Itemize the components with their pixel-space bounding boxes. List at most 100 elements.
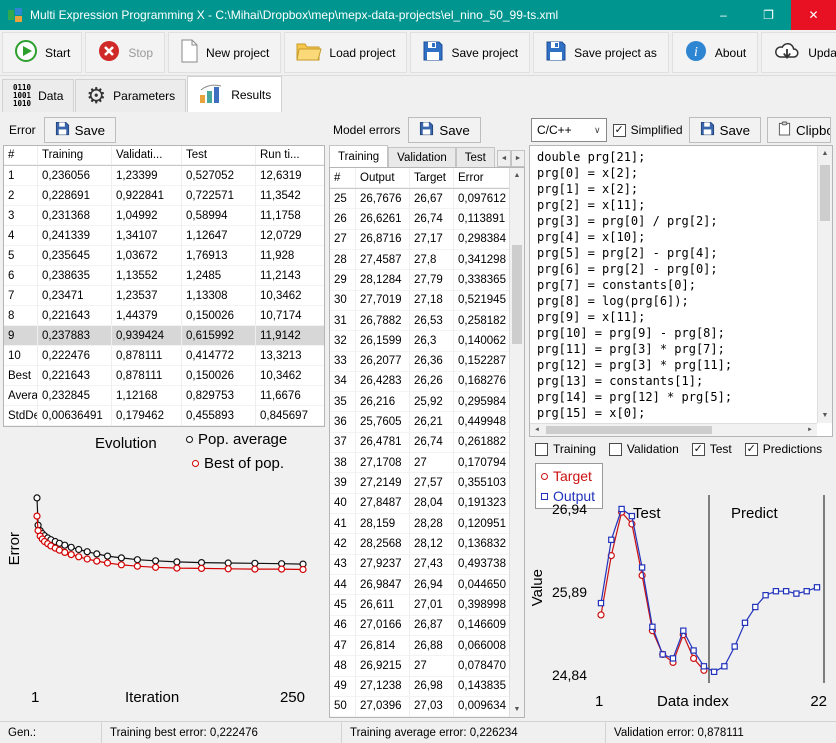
column-header[interactable]: Error	[454, 168, 509, 188]
tab-data[interactable]: 0110 1001 1010 Data	[2, 79, 74, 112]
close-button[interactable]: ✕	[791, 0, 836, 30]
error-table-row[interactable]: 10,2360561,233990,52705212,6319	[4, 166, 324, 186]
scroll-right-icon[interactable]: ►	[803, 424, 817, 436]
simplified-checkbox[interactable]: ✓ Simplified	[613, 123, 683, 137]
save-project-as-button[interactable]: Save project as	[533, 32, 669, 73]
training-checkbox[interactable]: Training	[535, 442, 596, 456]
model-errors-table-row[interactable]: 3126,788226,530,258182	[330, 311, 509, 331]
model-errors-table-row[interactable]: 3726,478126,740,261882	[330, 433, 509, 453]
scroll-up-icon[interactable]: ▲	[510, 168, 524, 183]
cell: 0,455893	[182, 406, 256, 426]
column-header[interactable]: Run ti...	[256, 146, 324, 165]
new-project-button[interactable]: New project	[168, 32, 281, 73]
error-table-row[interactable]: 90,2378830,9394240,61599211,9142	[4, 326, 324, 346]
model-errors-table-row[interactable]: 3625,760526,210,449948	[330, 412, 509, 432]
tab-test[interactable]: Test	[456, 147, 495, 167]
model-errors-table-row[interactable]: 4426,984726,940,044650	[330, 575, 509, 595]
language-select[interactable]: C/C++ ∨	[531, 118, 607, 142]
validation-checkbox[interactable]: Validation	[609, 442, 679, 456]
model-errors-table-row[interactable]: 3526,21625,920,295984	[330, 392, 509, 412]
save-model-errors-button[interactable]: Save	[408, 117, 480, 143]
model-errors-table-row[interactable]: 5027,039627,030,009634	[330, 697, 509, 717]
checkbox-box[interactable]	[609, 443, 622, 456]
cell: 0,295984	[454, 392, 509, 412]
tab-parameters[interactable]: ⚙ Parameters	[75, 79, 186, 112]
scroll-left-icon[interactable]: ◄	[530, 424, 544, 436]
column-header[interactable]: Training	[38, 146, 112, 165]
tab-training[interactable]: Training	[329, 145, 388, 167]
model-errors-table-row[interactable]: 2928,128427,790,338365	[330, 270, 509, 290]
scroll-down-icon[interactable]: ▼	[510, 702, 524, 717]
error-table-row[interactable]: 50,2356451,036721,7691311,928	[4, 246, 324, 266]
model-errors-table-row[interactable]: 4927,123826,980,143835	[330, 677, 509, 697]
column-header[interactable]: Validati...	[112, 146, 182, 165]
column-header[interactable]: Test	[182, 146, 256, 165]
cell: 0,168276	[454, 372, 509, 392]
model-errors-table-row[interactable]: 2626,626126,740,113891	[330, 209, 509, 229]
save-errors-button[interactable]: Save	[44, 117, 116, 143]
tab-validation[interactable]: Validation	[388, 147, 456, 167]
tab-scroll-right-icon[interactable]: ►	[511, 150, 525, 167]
cell: 7	[4, 286, 38, 306]
maximize-button[interactable]: ❐	[746, 0, 791, 30]
model-errors-table-row[interactable]: 4027,848728,040,191323	[330, 494, 509, 514]
model-errors-table-row[interactable]: 4228,256828,120,136832	[330, 534, 509, 554]
column-header[interactable]: #	[4, 146, 38, 165]
model-errors-table-row[interactable]: 4826,9215270,078470	[330, 656, 509, 676]
error-table-row[interactable]: 20,2286910,9228410,72257111,3542	[4, 186, 324, 206]
save-code-button[interactable]: Save	[689, 117, 761, 143]
test-checkbox[interactable]: ✓ Test	[692, 442, 732, 456]
model-errors-scrollbar[interactable]: ▲ ▼	[509, 168, 524, 717]
model-errors-table-row[interactable]: 3027,701927,180,521945	[330, 291, 509, 311]
scrollbar-thumb[interactable]	[546, 426, 712, 434]
model-errors-table-row[interactable]: 3927,214927,570,355103	[330, 473, 509, 493]
error-table-row[interactable]: 60,2386351,135521,248511,2143	[4, 266, 324, 286]
checkbox-box[interactable]: ✓	[692, 443, 705, 456]
tab-scroll-left-icon[interactable]: ◄	[497, 150, 511, 167]
minimize-button[interactable]: –	[701, 0, 746, 30]
code-h-scrollbar[interactable]: ◄ ►	[530, 423, 817, 436]
code-scrollbar[interactable]: ▲ ▼	[817, 146, 832, 423]
error-table-row[interactable]: 100,2224760,8781110,41477213,3213	[4, 346, 324, 366]
model-errors-table-row[interactable]: 4128,15928,280,120951	[330, 514, 509, 534]
error-table-row[interactable]: 70,234711,235371,1330810,3462	[4, 286, 324, 306]
clipboard-button[interactable]: Clipboard	[767, 117, 831, 143]
stop-button[interactable]: Stop	[85, 32, 165, 73]
tab-results[interactable]: Results	[187, 76, 282, 112]
about-button[interactable]: i About	[672, 32, 758, 73]
checkbox-box[interactable]: ✓	[613, 124, 626, 137]
model-errors-table-row[interactable]: 2827,458727,80,341298	[330, 250, 509, 270]
titlebar[interactable]: Multi Expression Programming X - C:\Miha…	[0, 0, 836, 30]
scroll-up-icon[interactable]: ▲	[818, 146, 832, 161]
cell: 0,722571	[182, 186, 256, 206]
load-project-button[interactable]: Load project	[284, 32, 407, 73]
error-table-row[interactable]: 40,2413391,341071,1264712,0729	[4, 226, 324, 246]
error-table-row[interactable]: 30,2313681,049920,5899411,1758	[4, 206, 324, 226]
checkbox-box[interactable]	[535, 443, 548, 456]
error-table-row[interactable]: Average0,2328451,121680,82975311,6676	[4, 386, 324, 406]
scroll-down-icon[interactable]: ▼	[818, 408, 832, 423]
start-button[interactable]: Start	[2, 32, 82, 73]
scrollbar-thumb[interactable]	[512, 245, 522, 344]
model-errors-table-row[interactable]: 4327,923727,430,493738	[330, 555, 509, 575]
column-header[interactable]: Output	[356, 168, 410, 188]
save-project-button[interactable]: Save project	[410, 32, 530, 73]
column-header[interactable]: #	[330, 168, 356, 188]
model-errors-table-row[interactable]: 4627,016626,870,146609	[330, 616, 509, 636]
error-table-row[interactable]: 80,2216431,443790,15002610,7174	[4, 306, 324, 326]
model-errors-table-row[interactable]: 3426,428326,260,168276	[330, 372, 509, 392]
scrollbar-thumb[interactable]	[820, 165, 830, 220]
model-errors-table-row[interactable]: 4526,61127,010,398998	[330, 595, 509, 615]
predictions-checkbox[interactable]: ✓ Predictions	[745, 442, 822, 456]
column-header[interactable]: Target	[410, 168, 454, 188]
updates-button[interactable]: Updates	[761, 32, 836, 73]
model-errors-table-row[interactable]: 3326,207726,360,152287	[330, 352, 509, 372]
model-errors-table-row[interactable]: 4726,81426,880,066008	[330, 636, 509, 656]
model-errors-table-row[interactable]: 3827,1708270,170794	[330, 453, 509, 473]
error-table-row[interactable]: Best0,2216430,8781110,15002610,3462	[4, 366, 324, 386]
checkbox-box[interactable]: ✓	[745, 443, 758, 456]
model-errors-table-row[interactable]: 2726,871627,170,298384	[330, 230, 509, 250]
model-errors-table-row[interactable]: 3226,159926,30,140062	[330, 331, 509, 351]
model-errors-table-row[interactable]: 2526,767626,670,097612	[330, 189, 509, 209]
error-table-row[interactable]: StdDev0,006364910,1794620,4558930,845697	[4, 406, 324, 426]
